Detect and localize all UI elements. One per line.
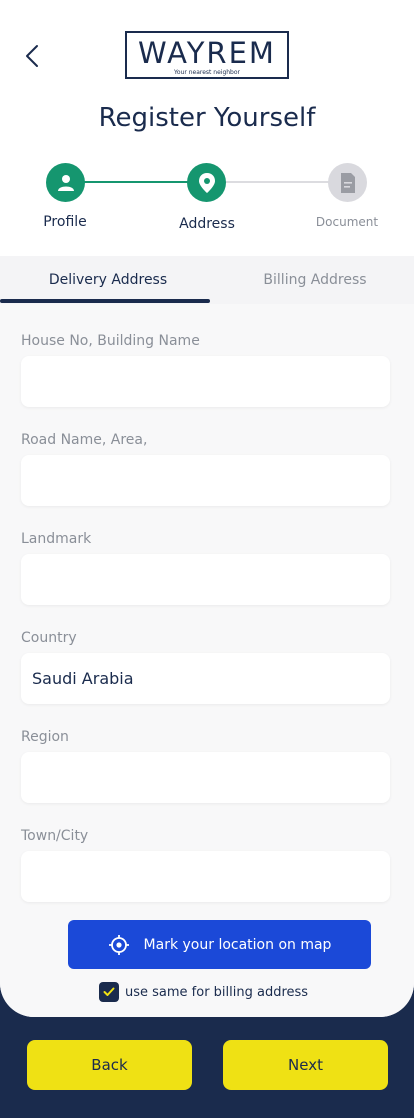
back-footer-button[interactable]: Back	[27, 1040, 192, 1090]
town-city-input[interactable]	[21, 851, 390, 902]
step-label-address: Address	[179, 216, 235, 232]
road-name-input[interactable]	[21, 455, 390, 506]
region-label: Region	[21, 729, 69, 745]
house-no-input[interactable]	[21, 356, 390, 407]
step-profile[interactable]	[46, 163, 85, 202]
town-city-label: Town/City	[21, 828, 89, 844]
step-address[interactable]	[187, 163, 226, 202]
country-input[interactable]	[21, 653, 390, 704]
page-title: Register Yourself	[98, 103, 316, 133]
region-input[interactable]	[21, 752, 390, 803]
back-button[interactable]	[18, 40, 46, 72]
address-tabs: Delivery Address Billing Address	[0, 256, 414, 304]
stepper-connector-pending	[225, 181, 329, 183]
active-tab-indicator	[0, 299, 210, 303]
house-no-label: House No, Building Name	[21, 333, 200, 349]
checkmark-icon	[103, 987, 115, 996]
landmark-label: Landmark	[21, 531, 92, 547]
step-document[interactable]	[328, 163, 367, 202]
next-button[interactable]: Next	[223, 1040, 388, 1090]
mark-location-button[interactable]: Mark your location on map	[68, 920, 371, 969]
document-icon	[340, 172, 355, 193]
logo-text: WAYREM	[138, 36, 276, 70]
registration-sheet: WAYREM Your nearest neighbor Register Yo…	[0, 0, 414, 1017]
same-billing-label: use same for billing address	[125, 984, 309, 1000]
tab-delivery-address[interactable]: Delivery Address	[0, 256, 216, 304]
same-billing-checkbox[interactable]	[99, 982, 119, 1002]
chevron-left-icon	[26, 45, 38, 67]
step-label-document: Document	[315, 215, 379, 229]
tab-billing-address[interactable]: Billing Address	[216, 256, 414, 304]
logo-tagline: Your nearest neighbor	[173, 69, 241, 76]
country-label: Country	[21, 630, 77, 646]
location-pin-icon	[198, 172, 215, 193]
stepper-connector-complete	[84, 181, 188, 183]
landmark-input[interactable]	[21, 554, 390, 605]
logo: WAYREM Your nearest neighbor	[125, 31, 289, 79]
user-icon	[57, 174, 74, 191]
road-name-label: Road Name, Area,	[21, 432, 148, 448]
step-label-profile: Profile	[43, 214, 87, 230]
mark-location-label: Mark your location on map	[143, 936, 332, 953]
same-billing-row: use same for billing address	[99, 981, 308, 1003]
crosshair-icon	[108, 934, 129, 955]
